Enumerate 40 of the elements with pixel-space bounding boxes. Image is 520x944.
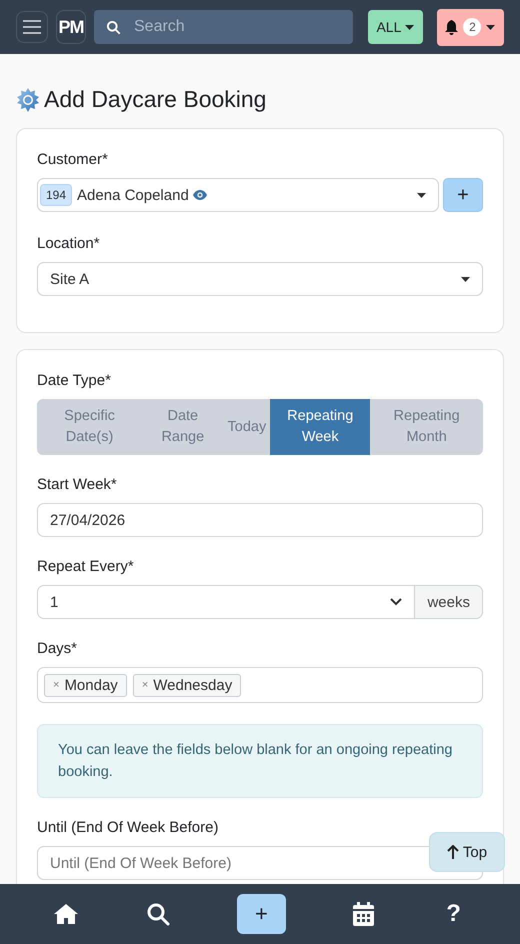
page-title: Add Daycare Booking: [44, 86, 266, 113]
filter-dropdown[interactable]: ALL: [368, 10, 423, 44]
field-label: Repeat Every*: [37, 558, 135, 575]
calendar-icon[interactable]: [352, 902, 374, 926]
caret-icon: [486, 24, 496, 30]
field-label: Until (End Of Week Before): [37, 819, 220, 836]
notifications-button[interactable]: 2: [436, 8, 504, 46]
field-label: Customer*: [37, 151, 109, 168]
repeat-select[interactable]: 1: [37, 585, 416, 619]
add-button[interactable]: +: [236, 894, 286, 934]
caret-icon: [461, 276, 470, 282]
add-customer-button[interactable]: +: [443, 178, 483, 212]
day-tag[interactable]: × Monday: [44, 674, 127, 696]
bell-icon: [445, 20, 458, 34]
field-label: Days*: [37, 640, 78, 657]
info-alert: You can leave the fields below blank for an ongoing repeating booking.: [37, 724, 483, 798]
day-tag[interactable]: × Wednesday: [132, 674, 242, 696]
search-field[interactable]: Search: [94, 10, 353, 44]
location-select[interactable]: Site A: [37, 262, 483, 296]
field-label: Location*: [37, 235, 101, 252]
chevron-icon: [390, 598, 402, 606]
search-icon[interactable]: [146, 902, 170, 926]
customer-select[interactable]: 194 Adena Copeland: [37, 178, 439, 212]
back-to-top-button[interactable]: Top: [429, 832, 505, 872]
menu-button[interactable]: [16, 11, 48, 43]
field-label: Date Type*: [37, 372, 112, 389]
unit-addon: weeks: [415, 585, 483, 619]
field-label: Start Week*: [37, 476, 118, 493]
date-type-option[interactable]: Repeating Week: [270, 399, 370, 455]
gear-icon: [16, 88, 40, 112]
days-field[interactable]: × Monday × Wednesday: [37, 667, 483, 703]
eye-icon[interactable]: [192, 190, 207, 200]
menu-icon: [23, 18, 41, 36]
caret-icon: [405, 24, 414, 30]
arrow-up-icon: [446, 845, 459, 859]
home-icon[interactable]: [53, 903, 80, 925]
start-week-field[interactable]: 27/04/2026: [37, 503, 483, 537]
caret-icon: [417, 192, 426, 198]
app-logo[interactable]: PM: [56, 10, 86, 44]
help-button[interactable]: ?: [440, 900, 467, 928]
